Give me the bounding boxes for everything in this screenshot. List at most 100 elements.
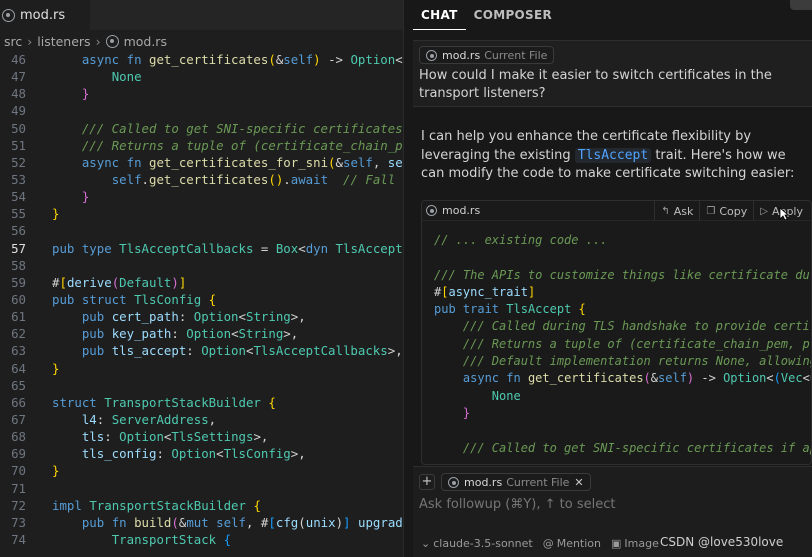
line-number: 60: [11, 291, 26, 307]
code-token: TlsSettings: [171, 429, 254, 445]
code-line[interactable]: 50 /// Called to get SNI-specific certif…: [0, 120, 403, 137]
code-token: pub: [52, 291, 82, 307]
code-line[interactable]: 46 async fn get_certificates(&self) -> O…: [0, 51, 403, 68]
code-token: String: [238, 326, 284, 342]
image-button[interactable]: ▣ Image: [611, 537, 659, 550]
code-line[interactable]: 56: [0, 222, 403, 239]
code-block-line: }: [434, 405, 811, 422]
code-line[interactable]: 68 tls: Option<TlsSettings>,: [0, 428, 403, 445]
code-token: fn: [506, 371, 528, 386]
line-source: pub type TlsAcceptCallbacks = Box<dyn Tl…: [52, 240, 403, 257]
line-source: }: [52, 462, 59, 479]
model-selector[interactable]: ⌄ claude-3.5-sonnet: [421, 537, 533, 550]
ask-button[interactable]: ↰ Ask: [654, 201, 699, 221]
code-line[interactable]: 58: [0, 257, 403, 274]
code-line[interactable]: 62 pub key_path: Option<String>,: [0, 325, 403, 342]
code-block-file[interactable]: mod.rs: [442, 204, 480, 217]
breadcrumb-item-src[interactable]: src: [4, 34, 22, 49]
code-line[interactable]: 57 pub type TlsAcceptCallbacks = Box<dyn …: [0, 240, 403, 257]
line-number: 70: [11, 463, 26, 479]
code-line[interactable]: 71: [0, 480, 403, 497]
line-number: 55: [11, 206, 26, 222]
line-source: pub tls_accept: Option<TlsAcceptCallback…: [52, 342, 403, 359]
code-line[interactable]: 72 impl TransportStackBuilder {: [0, 497, 403, 514]
code-line[interactable]: 55}: [0, 205, 403, 222]
code-token: >,: [387, 343, 403, 359]
code-token: TlsAcceptCallbacks: [253, 343, 388, 359]
window-controls[interactable]: [790, 0, 812, 10]
code-line[interactable]: 52 async fn get_certificates_for_sni(&se…: [0, 154, 403, 171]
code-editor[interactable]: mod.rs src › listeners › mod.rs 46 async…: [0, 0, 403, 557]
rust-file-icon: [426, 49, 437, 61]
line-number: 57: [11, 240, 26, 256]
code-line[interactable]: 60 pub struct TlsConfig {: [0, 291, 403, 308]
code-line[interactable]: 61 pub cert_path: Option<String>,: [0, 308, 403, 325]
code-line[interactable]: 47 None: [0, 68, 403, 85]
code-line[interactable]: 49: [0, 102, 403, 119]
code-line[interactable]: 54 }: [0, 188, 403, 205]
code-line[interactable]: 74 TransportStack {: [0, 531, 403, 548]
code-line[interactable]: 63 pub tls_accept: Option<TlsAcceptCallb…: [0, 342, 403, 359]
context-file-pill[interactable]: mod.rs Current File: [419, 46, 555, 64]
code-token: async: [81, 52, 127, 67]
code-token: None: [491, 388, 521, 403]
code-token: ,: [208, 411, 217, 427]
breadcrumb-item-listeners[interactable]: listeners: [37, 34, 90, 49]
code-line[interactable]: 69 tls_config: Option<TlsConfig>,: [0, 445, 403, 462]
code-token: derive: [66, 274, 112, 290]
code-token: }: [462, 405, 471, 420]
code-line[interactable]: 70}: [0, 462, 403, 479]
code-line[interactable]: 64}: [0, 360, 403, 377]
tab-chat[interactable]: CHAT: [413, 0, 466, 30]
followup-input[interactable]: [419, 497, 799, 512]
chevron-down-icon: ⌄: [421, 537, 431, 550]
editor-tab-mod-rs[interactable]: mod.rs: [0, 0, 90, 30]
code-token: Box: [275, 240, 299, 256]
code-token: ): [313, 52, 321, 67]
answer-code-block: mod.rs ↰ Ask ❐ Copy ▷ Apply // ... exist…: [421, 200, 812, 465]
code-block-content: // ... existing code ... /// The APIs to …: [434, 232, 811, 457]
code-token: struct: [52, 394, 105, 410]
line-source: /// Returns a tuple of (certificate_chai…: [52, 137, 403, 154]
pane-divider[interactable]: [403, 0, 413, 557]
copy-label: Copy: [719, 204, 748, 218]
mention-button[interactable]: @ Mention: [543, 537, 601, 550]
code-token: impl: [52, 497, 90, 513]
breadcrumb-item-file[interactable]: mod.rs: [124, 34, 167, 49]
editor-tab-label: mod.rs: [20, 7, 66, 23]
ask-label: Ask: [673, 204, 694, 218]
code-line[interactable]: 59 #[derive(Default)]: [0, 274, 403, 291]
line-source: impl TransportStackBuilder {: [52, 497, 261, 514]
code-token: Option: [119, 429, 164, 445]
line-number: 62: [11, 326, 26, 342]
code-line[interactable]: 48 }: [0, 85, 403, 102]
code-token: pub: [81, 326, 112, 342]
watermark: CSDN @love530love: [660, 535, 784, 549]
rust-file-icon: [2, 8, 15, 22]
tab-composer[interactable]: COMPOSER: [466, 0, 560, 30]
code-line[interactable]: 67 l4: ServerAddress,: [0, 411, 403, 428]
copy-button[interactable]: ❐ Copy: [699, 201, 753, 221]
add-context-button[interactable]: +: [419, 474, 435, 490]
line-number: 69: [11, 446, 26, 462]
code-token: async: [81, 154, 127, 170]
code-line[interactable]: 51 /// Returns a tuple of (certificate_c…: [0, 137, 403, 154]
code-token: {: [208, 291, 217, 307]
user-message[interactable]: mod.rs Current File How could I make it …: [413, 40, 812, 107]
code-line[interactable]: 65: [0, 377, 403, 394]
user-message-text: How could I make it easier to switch cer…: [419, 68, 772, 101]
line-source: None: [52, 68, 142, 85]
code-token: /// Called to get SNI-specific certifica…: [462, 440, 811, 455]
close-icon[interactable]: ✕: [574, 476, 583, 489]
code-line[interactable]: 66 struct TransportStackBuilder {: [0, 394, 403, 411]
line-source: self.get_certificates().await // Fall ba…: [52, 171, 403, 188]
code-block-line: [434, 249, 811, 266]
composer-file-pill[interactable]: mod.rs Current File ✕: [441, 473, 591, 491]
code-area[interactable]: 46 async fn get_certificates(&self) -> O…: [0, 51, 403, 548]
code-line[interactable]: 73 pub fn build(&mut self, #[cfg(unix)] …: [0, 514, 403, 531]
code-line[interactable]: 53 self.get_certificates().await // Fall…: [0, 171, 403, 188]
line-number: 63: [11, 343, 26, 359]
